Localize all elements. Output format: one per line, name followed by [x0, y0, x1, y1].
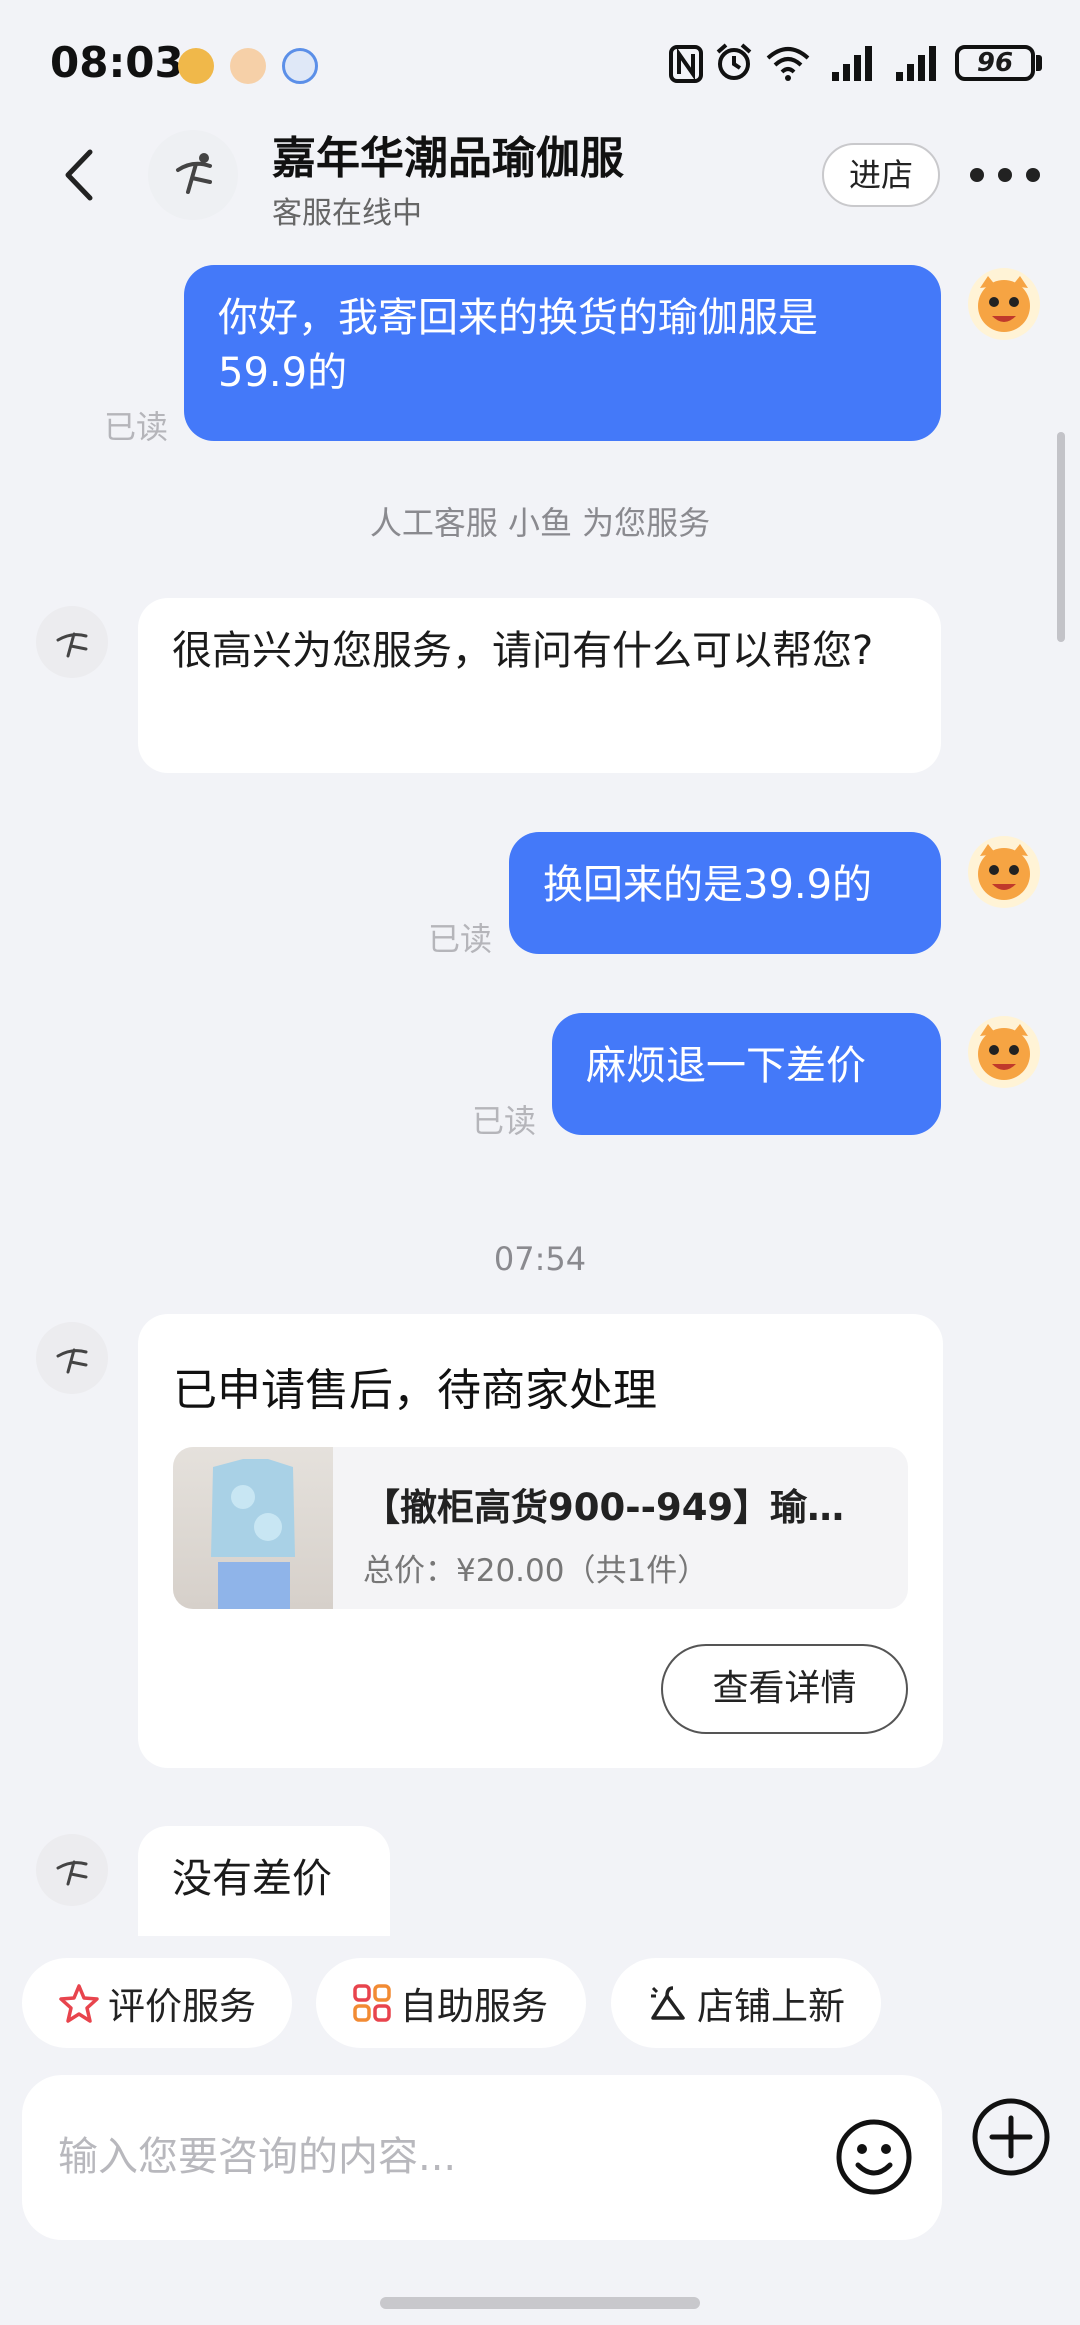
more-icon[interactable]: [970, 160, 1040, 190]
rate-service-button[interactable]: 评价服务: [22, 1958, 292, 2048]
after-sale-status-title: 已申请售后，待商家处理: [173, 1365, 657, 1416]
home-indicator[interactable]: [380, 2297, 700, 2309]
read-status: 已读: [104, 408, 169, 446]
self-service-label: 自助服务: [400, 1985, 548, 2028]
app-notification-icon: [282, 48, 318, 84]
system-message: 人工客服 小鱼 为您服务: [369, 504, 711, 542]
status-time: 08:03: [50, 38, 184, 87]
plus-icon[interactable]: [970, 2096, 1052, 2178]
wifi-icon: [766, 47, 810, 81]
product-item[interactable]: 【撤柜高货900--949】瑜… 总价：¥20.00（共1件）: [173, 1447, 908, 1609]
shop-name: 嘉年华潮品瑜伽服: [272, 133, 624, 184]
signal-icon: [896, 46, 936, 81]
product-name: 【撤柜高货900--949】瑜…: [363, 1486, 845, 1529]
nfc-icon: [669, 45, 703, 83]
app-notification-icon: [230, 48, 266, 84]
product-thumbnail: [173, 1447, 333, 1609]
user-avatar[interactable]: [968, 836, 1040, 908]
view-details-button[interactable]: 查看详情: [661, 1644, 908, 1734]
grid-icon: [352, 1983, 392, 2023]
shop-new-arrivals-label: 店铺上新: [697, 1985, 845, 2028]
after-sale-card[interactable]: 已申请售后，待商家处理 【撤柜高货900--949】瑜… 总价：¥20.00（共…: [138, 1314, 943, 1768]
message-bubble-incoming[interactable]: 很高兴为您服务，请问有什么可以帮您?: [138, 598, 941, 773]
read-status: 已读: [472, 1102, 537, 1140]
signal-icon: [832, 46, 872, 81]
agent-avatar[interactable]: [36, 1834, 108, 1906]
back-icon[interactable]: [60, 148, 100, 202]
sparkle-hanger-icon: [647, 1982, 689, 2024]
shop-logo[interactable]: [148, 130, 238, 220]
message-bubble-outgoing[interactable]: 麻烦退一下差价: [552, 1013, 941, 1135]
read-status: 已读: [428, 920, 493, 958]
battery-indicator: 96: [955, 45, 1035, 81]
alarm-icon: [716, 43, 752, 80]
product-price: 总价：¥20.00（共1件）: [363, 1553, 709, 1589]
message-timestamp: 07:54: [493, 1240, 587, 1278]
self-service-button[interactable]: 自助服务: [316, 1958, 586, 2048]
message-input[interactable]: [58, 2125, 818, 2189]
agent-avatar[interactable]: [36, 1322, 108, 1394]
star-icon: [58, 1982, 100, 2024]
enter-shop-button[interactable]: 进店: [822, 143, 940, 207]
battery-tip: [1036, 55, 1042, 71]
emoji-icon[interactable]: [834, 2117, 914, 2197]
message-bubble-incoming[interactable]: 没有差价: [138, 1826, 390, 1936]
message-bubble-outgoing[interactable]: 你好，我寄回来的换货的瑜伽服是59.9的: [184, 265, 941, 441]
agent-avatar[interactable]: [36, 606, 108, 678]
scrollbar[interactable]: [1057, 432, 1065, 642]
message-text: 没有差价: [172, 1856, 332, 1902]
user-avatar[interactable]: [968, 268, 1040, 340]
shop-new-arrivals-button[interactable]: 店铺上新: [611, 1958, 881, 2048]
rate-service-label: 评价服务: [108, 1985, 256, 2028]
service-status: 客服在线中: [272, 196, 422, 231]
app-notification-icon: [178, 48, 214, 84]
user-avatar[interactable]: [968, 1016, 1040, 1088]
message-bubble-outgoing[interactable]: 换回来的是39.9的: [509, 832, 941, 954]
message-input-container[interactable]: [22, 2075, 942, 2240]
